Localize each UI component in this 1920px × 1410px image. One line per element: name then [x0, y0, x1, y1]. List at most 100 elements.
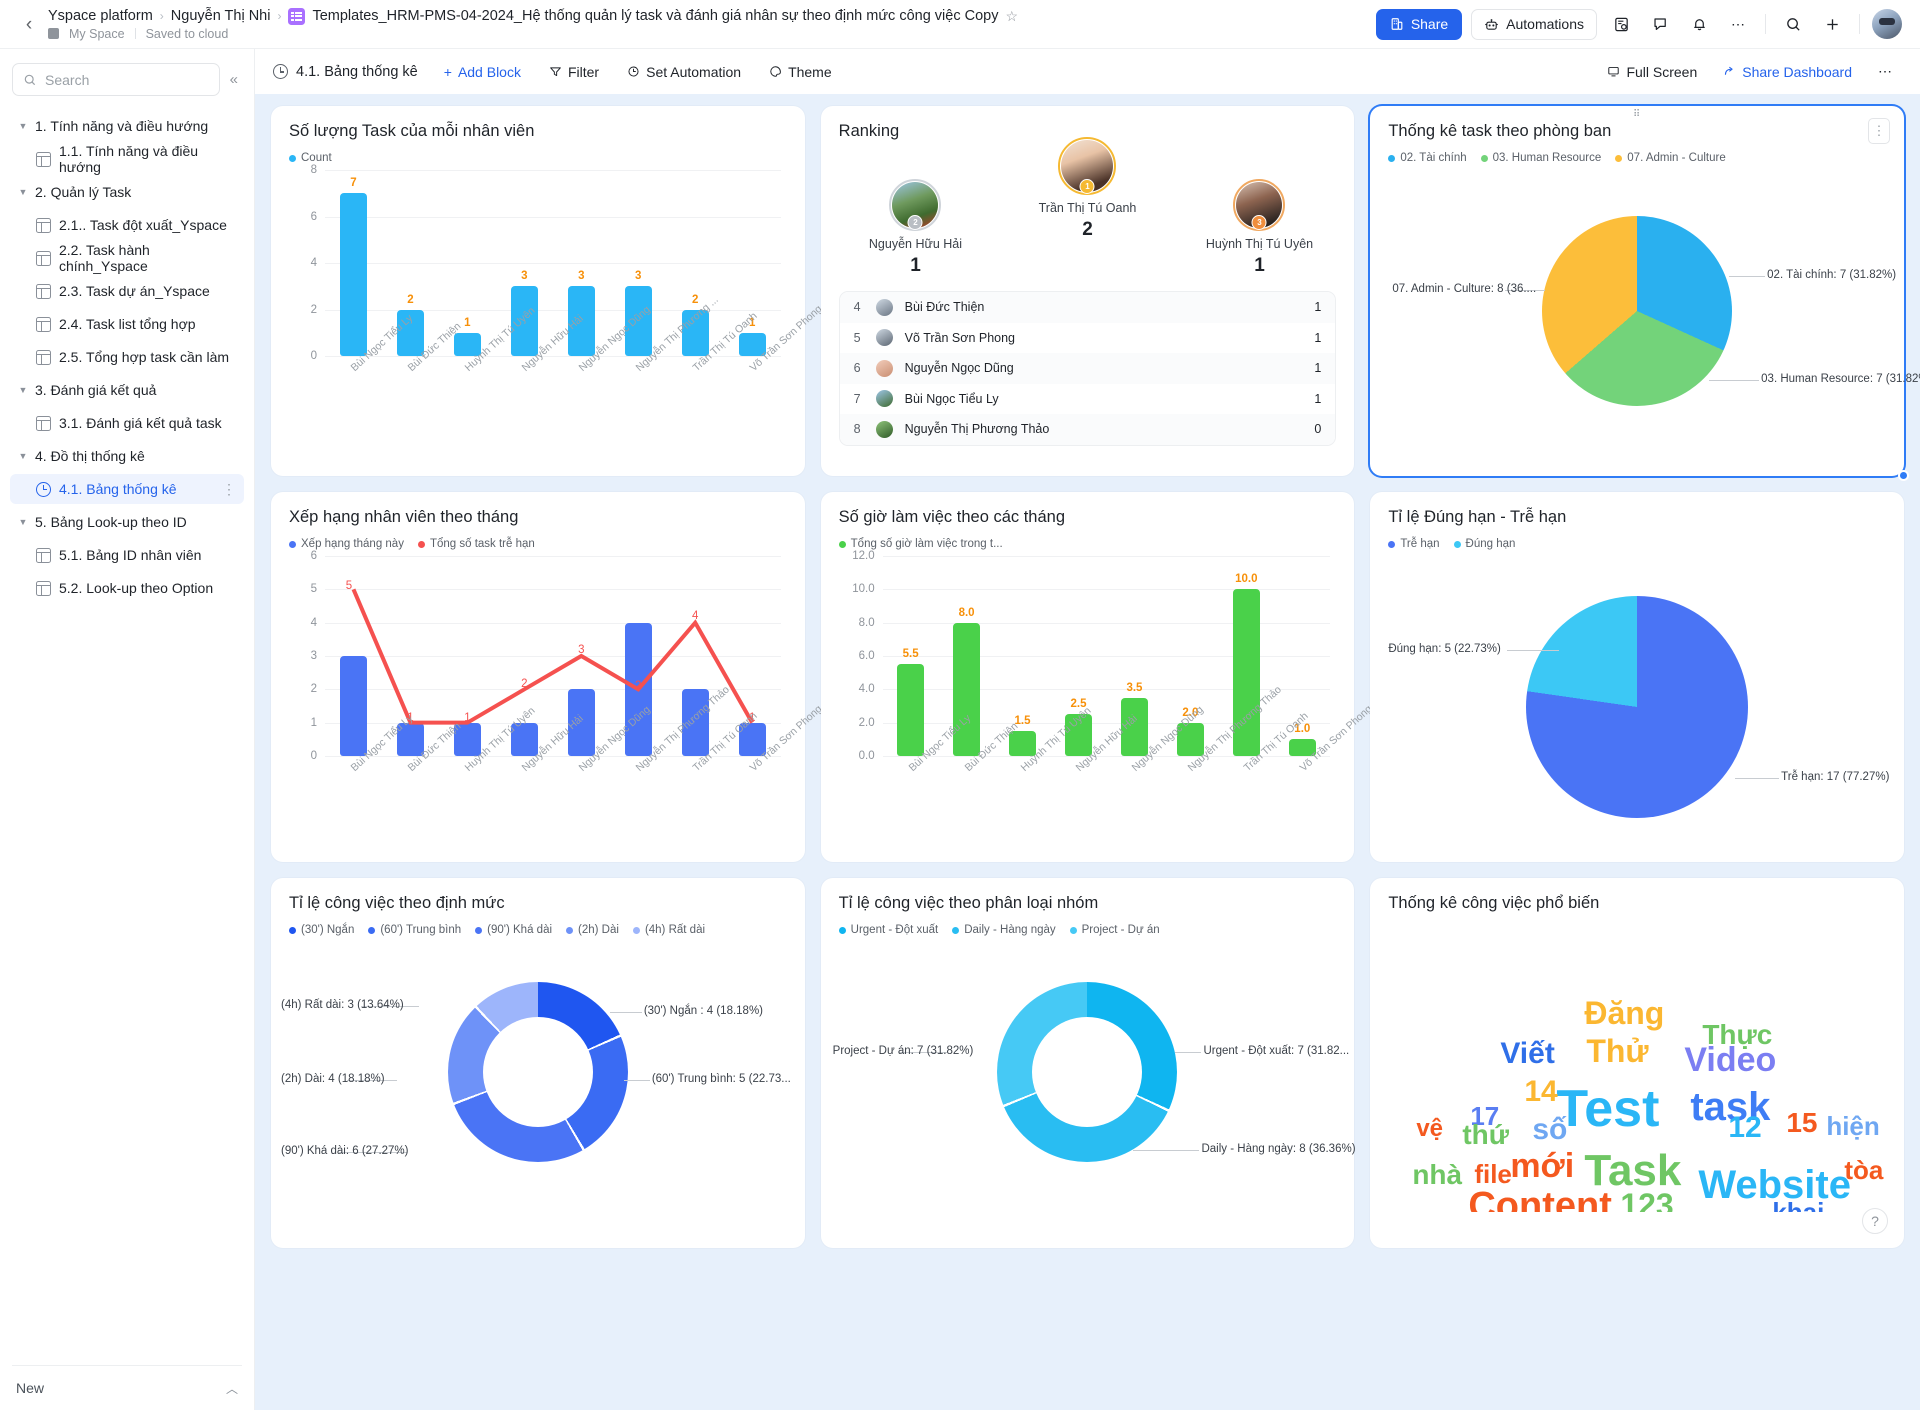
sidebar-item-3-1[interactable]: 3.1. Đánh giá kết quả task	[10, 408, 244, 438]
share-button[interactable]: Share	[1375, 8, 1463, 40]
list-item[interactable]: 7 Bùi Ngọc Tiểu Ly 1	[840, 384, 1336, 415]
podium-score: 1	[1254, 255, 1265, 276]
legend-item[interactable]: Tổng số giờ làm việc trong t...	[838, 538, 1003, 550]
sidebar-group-1[interactable]: ▼ 1. Tính năng và điều hướng	[10, 111, 244, 141]
y-tick: 0.0	[858, 750, 875, 762]
search-input[interactable]: Search	[12, 63, 220, 96]
sidebar-group-4[interactable]: ▼ 4. Đồ thị thống kê	[10, 441, 244, 471]
drag-handle-icon[interactable]: ⠿	[1633, 110, 1641, 120]
back-icon[interactable]: ‹	[18, 15, 40, 34]
podium-place-1[interactable]: 1 Trần Thị Tú Oanh 2	[1022, 137, 1152, 241]
search-icon	[24, 74, 36, 85]
dashboard-more-button[interactable]: ⋯	[1868, 57, 1902, 86]
table-icon	[36, 283, 51, 299]
full-screen-button[interactable]: Full Screen	[1597, 57, 1708, 86]
legend-item[interactable]: Daily - Hàng ngày	[952, 924, 1056, 936]
robot-icon	[1485, 18, 1498, 30]
permissions-icon[interactable]	[1606, 9, 1636, 39]
breadcrumb-workspace[interactable]: Yspace platform	[48, 8, 153, 24]
legend-item[interactable]: Trễ hạn	[1388, 538, 1440, 550]
list-item[interactable]: 6 Nguyễn Ngọc Dũng 1	[839, 353, 1336, 384]
y-tick: 6	[310, 210, 317, 223]
avatar[interactable]	[1872, 9, 1902, 39]
resize-handle[interactable]	[1898, 470, 1909, 481]
sidebar-group-label: 3. Đánh giá kết quả	[35, 382, 157, 398]
legend-item[interactable]: 07. Admin - Culture	[1615, 152, 1726, 164]
rank-name: Nguyễn Thị Phương Thảo	[904, 422, 1050, 437]
dashboard-toolbar: 4.1. Bảng thống kê + Add Block Filter Se…	[255, 49, 1920, 94]
card-wordcloud: Thống kê công việc phổ biến Test task Ta…	[1370, 878, 1904, 1248]
add-icon[interactable]	[1817, 9, 1847, 39]
bar-column[interactable]: 7	[325, 170, 382, 356]
bar-value: 2	[407, 293, 414, 306]
set-automation-button[interactable]: Set Automation	[617, 57, 752, 86]
theme-button[interactable]: Theme	[759, 57, 842, 86]
breadcrumb-user[interactable]: Nguyễn Thị Nhi	[171, 8, 271, 24]
legend-item[interactable]: (2h) Dài	[566, 924, 619, 936]
new-label: New	[16, 1380, 45, 1396]
sidebar-group-5[interactable]: ▼ 5. Bảng Look-up theo ID	[10, 507, 244, 537]
filter-button[interactable]: Filter	[538, 57, 610, 86]
sidebar-item-2-3[interactable]: 2.3. Task dự án_Yspace	[10, 276, 244, 306]
legend-item[interactable]: Project - Dự án	[1069, 924, 1160, 936]
share-dashboard-button[interactable]: Share Dashboard	[1713, 57, 1862, 86]
pie-slices[interactable]	[1526, 596, 1749, 818]
sidebar-item-2-4[interactable]: 2.4. Task list tổng hợp	[10, 309, 244, 339]
legend-item[interactable]: (4h) Rất dài	[632, 924, 705, 936]
sidebar-item-2-2[interactable]: 2.2. Task hành chính_Yspace	[10, 242, 244, 274]
sidebar-group-label: 4. Đồ thị thống kê	[35, 448, 145, 464]
pie-annotation: (30') Ngắn : 4 (18.18%)	[643, 1005, 764, 1017]
sidebar-group-2[interactable]: ▼ 2. Quản lý Task	[10, 177, 244, 207]
dashboard-toolbar-right: Full Screen Share Dashboard ⋯	[1597, 57, 1902, 86]
automations-button[interactable]: Automations	[1471, 8, 1597, 40]
podium-place-2[interactable]: 2 Nguyễn Hữu Hải 1	[850, 179, 980, 277]
y-tick: 8.0	[858, 616, 875, 629]
bar-column[interactable]: 5.5	[883, 556, 939, 756]
legend-item[interactable]: Đúng hạn	[1453, 538, 1515, 550]
word-cloud[interactable]: Test task Task Website Content mới Video…	[1388, 917, 1886, 1212]
legend-item[interactable]: (60') Trung bình	[368, 924, 461, 936]
table-icon	[36, 316, 51, 332]
list-item[interactable]: 5 Võ Trần Sơn Phong 1	[840, 323, 1336, 354]
favorite-star-icon[interactable]: ☆	[1005, 8, 1018, 25]
notification-bell-icon[interactable]	[1684, 9, 1714, 39]
sidebar-item-5-1[interactable]: 5.1. Bảng ID nhân viên	[10, 540, 244, 570]
list-item[interactable]: 8 Nguyễn Thị Phương Thảo 0	[839, 414, 1336, 445]
sidebar-item-5-2[interactable]: 5.2. Look-up theo Option	[10, 573, 244, 603]
collapse-sidebar-icon[interactable]: «	[228, 69, 240, 90]
legend-item[interactable]: (90') Khá dài	[475, 924, 552, 936]
legend-item[interactable]: Count	[289, 152, 332, 164]
pie-annotation: (2h) Dài: 4 (18.18%)	[281, 1073, 385, 1085]
search-icon[interactable]	[1778, 9, 1808, 39]
comment-icon[interactable]	[1645, 9, 1675, 39]
help-icon[interactable]: ?	[1862, 1208, 1888, 1234]
more-options-icon[interactable]: ⋯	[1723, 9, 1753, 39]
space-label[interactable]: My Space	[69, 27, 125, 41]
item-more-icon[interactable]: ⋮	[222, 482, 236, 496]
sidebar-item-1-1[interactable]: 1.1. Tính năng và điều hướng	[10, 143, 244, 175]
legend-item[interactable]: 02. Tài chính	[1388, 152, 1467, 164]
legend-dot	[475, 926, 483, 934]
legend-item[interactable]: Xếp hạng tháng này	[289, 538, 404, 550]
line-value: 2	[635, 680, 642, 692]
pie-slices[interactable]	[1542, 216, 1733, 406]
filter-label: Filter	[567, 63, 600, 80]
y-tick: 8	[310, 164, 317, 176]
bar-column[interactable]: 1.5	[995, 556, 1051, 756]
legend-item[interactable]: (30') Ngắn	[289, 924, 354, 936]
sidebar-group-3[interactable]: ▼ 3. Đánh giá kết quả	[10, 375, 244, 405]
rank-position: 5	[853, 330, 861, 345]
legend-item[interactable]: Tổng số task trễ hạn	[417, 538, 535, 550]
card-more-icon[interactable]: ⋮	[1868, 118, 1890, 144]
list-item[interactable]: 4 Bùi Đức Thiện 1	[839, 292, 1336, 323]
sidebar-item-2-5[interactable]: 2.5. Tổng hợp task cần làm	[10, 342, 244, 372]
sidebar-item-4-1[interactable]: 4.1. Bảng thống kê ⋮	[10, 474, 244, 504]
card-dept-pie[interactable]: ⠿ ⋮ Thống kê task theo phòng ban 02. Tài…	[1370, 106, 1920, 481]
bar-value: 1	[464, 316, 471, 329]
new-section-toggle[interactable]: New ︿	[12, 1366, 242, 1410]
legend-item[interactable]: Urgent - Đột xuất	[838, 924, 938, 936]
sidebar-item-2-1[interactable]: 2.1.. Task đột xuất_Yspace	[10, 210, 244, 240]
podium-place-3[interactable]: 3 Huỳnh Thị Tú Uyên 1	[1194, 179, 1324, 277]
add-block-button[interactable]: + Add Block	[433, 57, 531, 86]
legend-item[interactable]: 03. Human Resource	[1480, 152, 1601, 164]
